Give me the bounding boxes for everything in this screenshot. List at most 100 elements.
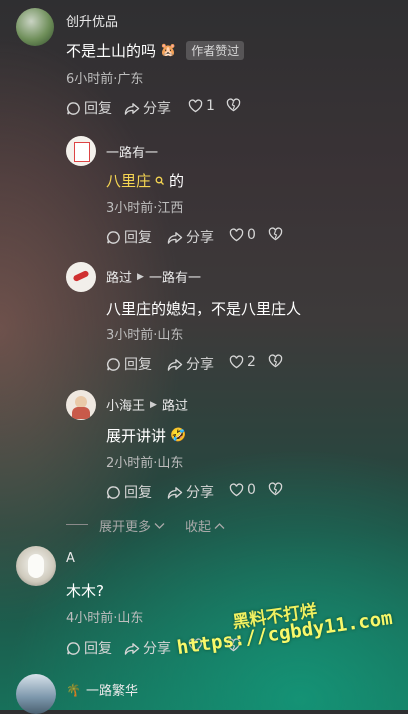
share-icon <box>167 485 183 500</box>
chevron-up-icon <box>214 522 225 530</box>
reply-to-name[interactable]: 一路有一 <box>149 267 201 286</box>
reply-to-name[interactable]: 路过 <box>162 395 188 414</box>
heart-icon <box>188 99 203 113</box>
comment-author[interactable]: A <box>66 551 75 566</box>
avatar-image <box>74 142 90 162</box>
reply-button[interactable]: 回复 <box>106 227 152 247</box>
author-name[interactable]: 路过 <box>106 267 132 286</box>
like-button[interactable]: 1 <box>188 98 215 114</box>
comment-meta: 3小时前·山东 <box>106 328 184 343</box>
emoji: 🐹 <box>160 43 177 58</box>
share-label: 分享 <box>143 101 171 117</box>
avatar-image <box>28 554 44 578</box>
share-icon <box>167 230 183 245</box>
share-icon <box>167 357 183 372</box>
avatar-image <box>72 269 90 283</box>
share-button[interactable]: 分享 <box>124 638 171 658</box>
dislike-button[interactable] <box>268 227 283 241</box>
comment-meta: 2小时前·山东 <box>106 456 184 471</box>
avatar[interactable] <box>66 136 96 166</box>
share-icon <box>124 641 140 656</box>
reply-button[interactable]: 回复 <box>66 638 112 658</box>
broken-heart-icon <box>226 98 241 112</box>
like-button[interactable]: 0 <box>229 227 256 243</box>
reply-label: 回复 <box>124 230 152 246</box>
comment-author: 路过 ▶ 一路有一 <box>106 267 201 286</box>
like-button[interactable]: 0 <box>229 482 256 498</box>
reply-icon <box>106 230 121 245</box>
reply-button[interactable]: 回复 <box>106 482 152 502</box>
reply-icon <box>66 641 81 656</box>
reply-button[interactable]: 回复 <box>66 98 112 118</box>
comment-text: 八里庄的媳妇，不是八里庄人 <box>106 298 301 319</box>
collapse-label: 收起 <box>185 520 212 535</box>
avatar[interactable] <box>16 8 54 46</box>
comment-text-body: 木木? <box>66 582 104 600</box>
comment-text-body: 八里庄的媳妇，不是八里庄人 <box>106 300 302 318</box>
author-liked-badge: 作者赞过 <box>186 41 245 60</box>
author-name[interactable]: 一路繁华 <box>86 680 138 699</box>
avatar[interactable] <box>16 546 56 586</box>
comment-meta: 4小时前·山东 <box>66 611 144 626</box>
collapse-button[interactable]: 收起 <box>185 516 225 535</box>
like-button[interactable]: 2 <box>229 354 256 370</box>
comment-text: 木木? <box>66 580 104 601</box>
share-label: 分享 <box>143 641 171 657</box>
reply-button[interactable]: 回复 <box>106 354 152 374</box>
share-label: 分享 <box>186 230 214 246</box>
emoji: 🤣 <box>170 428 187 443</box>
broken-heart-icon <box>268 354 283 368</box>
reply-arrow-icon: ▶ <box>137 271 144 282</box>
like-count: 1 <box>206 98 215 114</box>
chevron-down-icon <box>154 522 165 530</box>
reply-icon <box>106 485 121 500</box>
comment-text-body: 不是土山的吗 <box>66 42 157 60</box>
comment-meta: 3小时前·江西 <box>106 201 184 216</box>
comment-text-body: 展开讲讲 <box>106 427 167 445</box>
reply-label: 回复 <box>124 357 152 373</box>
like-count: 0 <box>247 482 256 498</box>
broken-heart-icon <box>268 482 283 496</box>
share-button[interactable]: 分享 <box>167 227 214 247</box>
comment-text: 展开讲讲 🤣 <box>106 425 186 446</box>
heart-icon <box>229 228 244 242</box>
heart-icon <box>229 483 244 497</box>
highlight-link[interactable]: 八里庄 <box>106 170 151 191</box>
dislike-button[interactable] <box>268 354 283 368</box>
comment-author[interactable]: 创升优品 <box>66 11 118 30</box>
reply-icon <box>66 101 81 116</box>
avatar[interactable] <box>66 390 96 420</box>
comment-author: 小海王 ▶ 路过 <box>106 395 188 414</box>
comment-text: 不是土山的吗 🐹 作者赞过 <box>66 40 245 61</box>
reply-arrow-icon: ▶ <box>150 399 157 410</box>
broken-heart-icon <box>268 227 283 241</box>
reply-icon <box>106 357 121 372</box>
palm-tree-icon: 🌴 <box>66 682 81 697</box>
share-button[interactable]: 分享 <box>167 482 214 502</box>
share-label: 分享 <box>186 485 214 501</box>
expand-more-button[interactable]: 展开更多 <box>99 516 165 535</box>
comment-author: 🌴 一路繁华 <box>66 680 138 700</box>
heart-icon <box>229 355 244 369</box>
like-count: 0 <box>247 227 256 243</box>
share-button[interactable]: 分享 <box>124 98 171 118</box>
expand-more-label: 展开更多 <box>99 520 152 535</box>
share-icon <box>124 101 140 116</box>
comment-text: 八里庄 的 <box>106 170 184 191</box>
dislike-button[interactable] <box>226 98 241 112</box>
comment-author[interactable]: 一路有一 <box>106 142 158 161</box>
share-label: 分享 <box>186 357 214 373</box>
comment-text-body: 的 <box>169 172 185 190</box>
avatar[interactable] <box>16 674 56 714</box>
reply-label: 回复 <box>84 641 112 657</box>
avatar-image <box>72 407 90 419</box>
reply-label: 回复 <box>124 485 152 501</box>
share-button[interactable]: 分享 <box>167 354 214 374</box>
comment-meta: 6小时前·广东 <box>66 72 144 87</box>
avatar[interactable] <box>66 262 96 292</box>
reply-label: 回复 <box>84 101 112 117</box>
author-name[interactable]: 小海王 <box>106 395 145 414</box>
dislike-button[interactable] <box>268 482 283 496</box>
like-count: 2 <box>247 354 256 370</box>
thread-divider <box>66 524 88 525</box>
